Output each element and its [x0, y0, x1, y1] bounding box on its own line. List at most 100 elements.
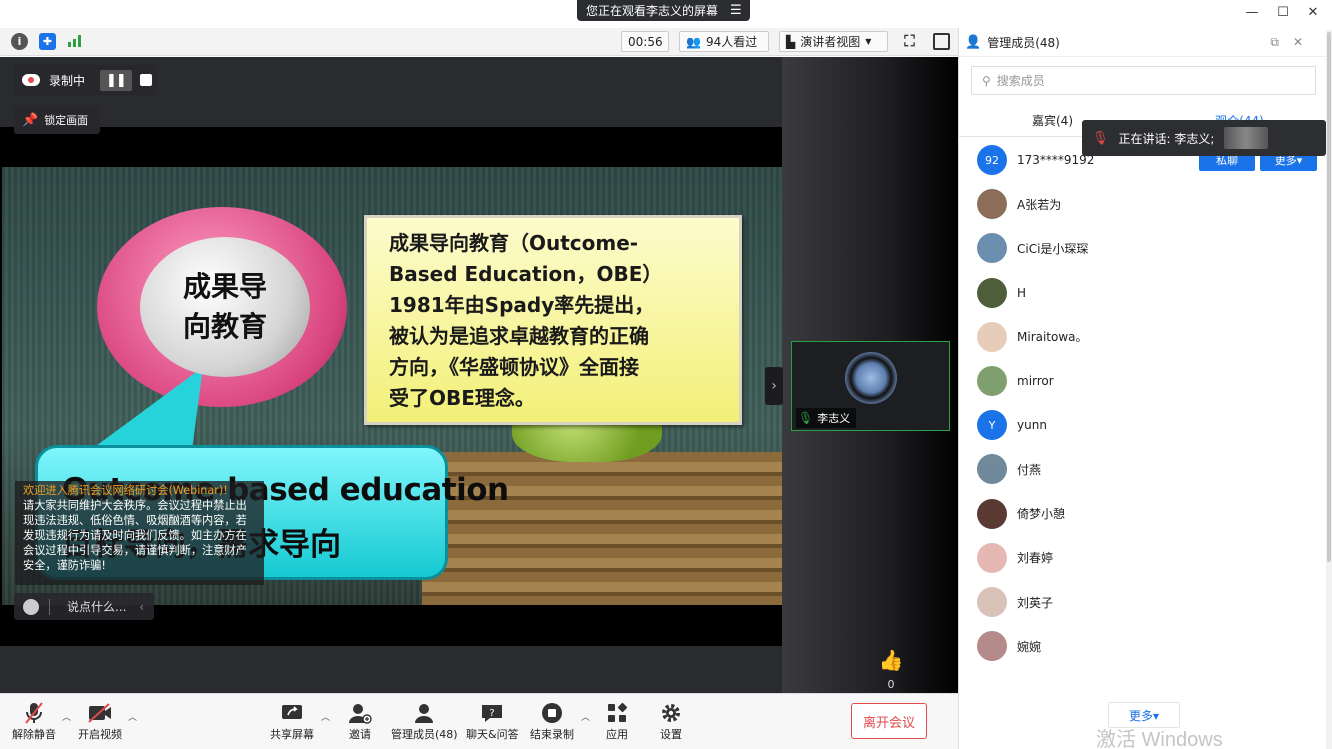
- avatar: [977, 277, 1007, 308]
- member-row[interactable]: mirror: [977, 366, 1317, 396]
- chat-input-placeholder: 说点什么...: [67, 600, 127, 614]
- member-row[interactable]: 倚梦小憩: [977, 498, 1317, 529]
- chat-input[interactable]: 说点什么... ‹: [14, 593, 154, 620]
- member-name: 刘春婷: [1017, 551, 1054, 566]
- video-options-caret[interactable]: ︿: [128, 710, 137, 723]
- title-bar: 您正在观看李志义的屏幕 ☰ — ☐ ✕: [0, 0, 1332, 26]
- layout-icon: ▙: [786, 34, 796, 49]
- manage-members-button[interactable]: 管理成员(48): [391, 700, 458, 742]
- circle-title: 成果导 向教育: [140, 237, 310, 377]
- close-icon[interactable]: ✕: [1301, 3, 1325, 23]
- speaker-video-tile[interactable]: 🎙 李志义: [791, 341, 950, 431]
- member-name: 付燕: [1017, 462, 1042, 477]
- pause-icon[interactable]: ❚❚: [100, 69, 132, 91]
- people-icon: 👥: [686, 34, 701, 49]
- chevron-left-icon[interactable]: ‹: [139, 600, 144, 614]
- speaker-name: 李志义: [817, 412, 851, 425]
- avatar: [977, 233, 1007, 264]
- fullscreen-icon[interactable]: ⛶: [901, 33, 918, 50]
- windows-activation-watermark: 激活 Windows: [1096, 729, 1223, 749]
- cloud-record-icon: [22, 74, 40, 86]
- recording-controls: 录制中 ❚❚: [14, 65, 157, 95]
- speaker-name-tag: 🎙 李志义: [796, 408, 857, 428]
- like-button[interactable]: 👍 0: [878, 648, 904, 691]
- view-mode-dropdown[interactable]: ▙ 演讲者视图 ▼: [779, 31, 888, 52]
- member-row[interactable]: 婉婉: [977, 631, 1317, 662]
- viewers-button[interactable]: 👥 94人看过: [679, 31, 769, 52]
- member-row[interactable]: Yyunn: [977, 410, 1317, 441]
- emoji-icon[interactable]: [23, 598, 39, 615]
- record-options-caret[interactable]: ︿: [581, 710, 590, 723]
- camera-off-icon: [87, 700, 113, 726]
- meeting-window: 您正在观看李志义的屏幕 ☰ — ☐ ✕ i ✚ 00:56 👥 94人看过 ▙ …: [0, 0, 1332, 749]
- box-line: 被认为是追求卓越教育的正确: [389, 324, 649, 348]
- member-search-input[interactable]: ⚲ 搜索成员: [971, 66, 1316, 95]
- stop-recording-button[interactable]: 结束录制: [530, 700, 574, 742]
- chat-notice-message: 请大家共同维护大会秩序。会议过程中禁止出现违法违规、低俗色情、吸烟酗酒等内容，若…: [23, 499, 247, 572]
- audio-options-caret[interactable]: ︿: [62, 710, 71, 723]
- panel-header: 👤 管理成员(48) ⧉ ✕: [959, 28, 1332, 57]
- pin-icon: 📌: [22, 112, 39, 128]
- share-screen-button[interactable]: 共享屏幕: [270, 700, 314, 742]
- gear-icon: [659, 700, 683, 726]
- leave-meeting-button[interactable]: 离开会议: [851, 703, 927, 739]
- box-line: 方向，《华盛顿协议》全面接: [389, 355, 639, 379]
- member-row[interactable]: A张若为: [977, 189, 1317, 220]
- collapse-strip-button[interactable]: ›: [765, 367, 783, 405]
- leave-meeting-label: 离开会议: [862, 715, 915, 731]
- maximize-icon[interactable]: ☐: [1271, 3, 1295, 23]
- member-name: 倚梦小憩: [1017, 507, 1066, 522]
- member-row[interactable]: CiCi是小琛琛: [977, 233, 1317, 264]
- avatar: [977, 366, 1007, 396]
- popout-icon[interactable]: ⧉: [1270, 35, 1279, 50]
- add-user-icon: [348, 700, 372, 726]
- chat-qa-button[interactable]: ? 聊天&问答: [466, 700, 519, 742]
- box-line: 受了OBE理念。: [389, 386, 535, 410]
- definition-box: 成果导向教育（Outcome- Based Education，OBE） 198…: [364, 215, 742, 425]
- unmute-label: 解除静音: [12, 728, 56, 741]
- microphone-icon: 🎙: [798, 411, 814, 425]
- thumbs-up-icon: 👍: [878, 648, 904, 672]
- panel-scroll-thumb[interactable]: [1327, 32, 1331, 562]
- chat-bubble-icon: ?: [480, 700, 504, 726]
- unmute-button[interactable]: 解除静音: [12, 700, 56, 742]
- speaking-indicator: 🎙 正在讲话: 李志义;: [1082, 120, 1326, 156]
- signal-icon[interactable]: [67, 33, 84, 50]
- sidebar-toggle-icon[interactable]: [933, 33, 950, 50]
- member-row[interactable]: Miraitowa。: [977, 321, 1317, 352]
- member-row[interactable]: 刘英子: [977, 587, 1317, 617]
- manage-members-label: 管理成员(48): [391, 728, 458, 741]
- stop-icon[interactable]: [139, 74, 152, 86]
- speaker-avatar: [845, 352, 897, 404]
- speaker-thumbnail: [1224, 127, 1269, 149]
- info-icon[interactable]: i: [11, 33, 28, 50]
- settings-button[interactable]: 设置: [659, 700, 683, 742]
- avatar: [977, 189, 1007, 220]
- member-name: 刘英子: [1017, 595, 1054, 610]
- mic-muted-icon: 🎙: [1092, 130, 1109, 146]
- member-row[interactable]: H: [977, 277, 1317, 308]
- avatar: [977, 454, 1007, 485]
- menu-icon[interactable]: ☰: [730, 3, 742, 18]
- member-name: Miraitowa。: [1017, 330, 1088, 345]
- box-line: 成果导向教育（Outcome-: [389, 231, 639, 255]
- member-row[interactable]: 刘春婷: [977, 542, 1317, 573]
- close-panel-icon[interactable]: ✕: [1293, 35, 1303, 49]
- svg-text:?: ?: [490, 708, 495, 719]
- member-name: 婉婉: [1017, 639, 1042, 654]
- minimize-icon[interactable]: —: [1240, 3, 1264, 23]
- avatar: [977, 498, 1007, 529]
- invite-button[interactable]: 邀请: [348, 700, 372, 742]
- search-icon: ⚲: [982, 73, 991, 88]
- member-row[interactable]: 付燕: [977, 454, 1317, 485]
- chevron-down-icon: ▼: [865, 37, 872, 46]
- mic-muted-icon: [23, 700, 45, 726]
- apps-button[interactable]: 应用: [606, 700, 628, 742]
- share-options-caret[interactable]: ︿: [321, 710, 330, 723]
- start-video-button[interactable]: 开启视频: [78, 700, 122, 742]
- share-screen-icon: [280, 700, 304, 726]
- chat-qa-label: 聊天&问答: [466, 728, 519, 741]
- watching-banner[interactable]: 您正在观看李志义的屏幕 ☰: [577, 0, 750, 21]
- shield-icon[interactable]: ✚: [39, 33, 56, 50]
- lock-screen-button[interactable]: 📌 锁定画面: [14, 106, 100, 134]
